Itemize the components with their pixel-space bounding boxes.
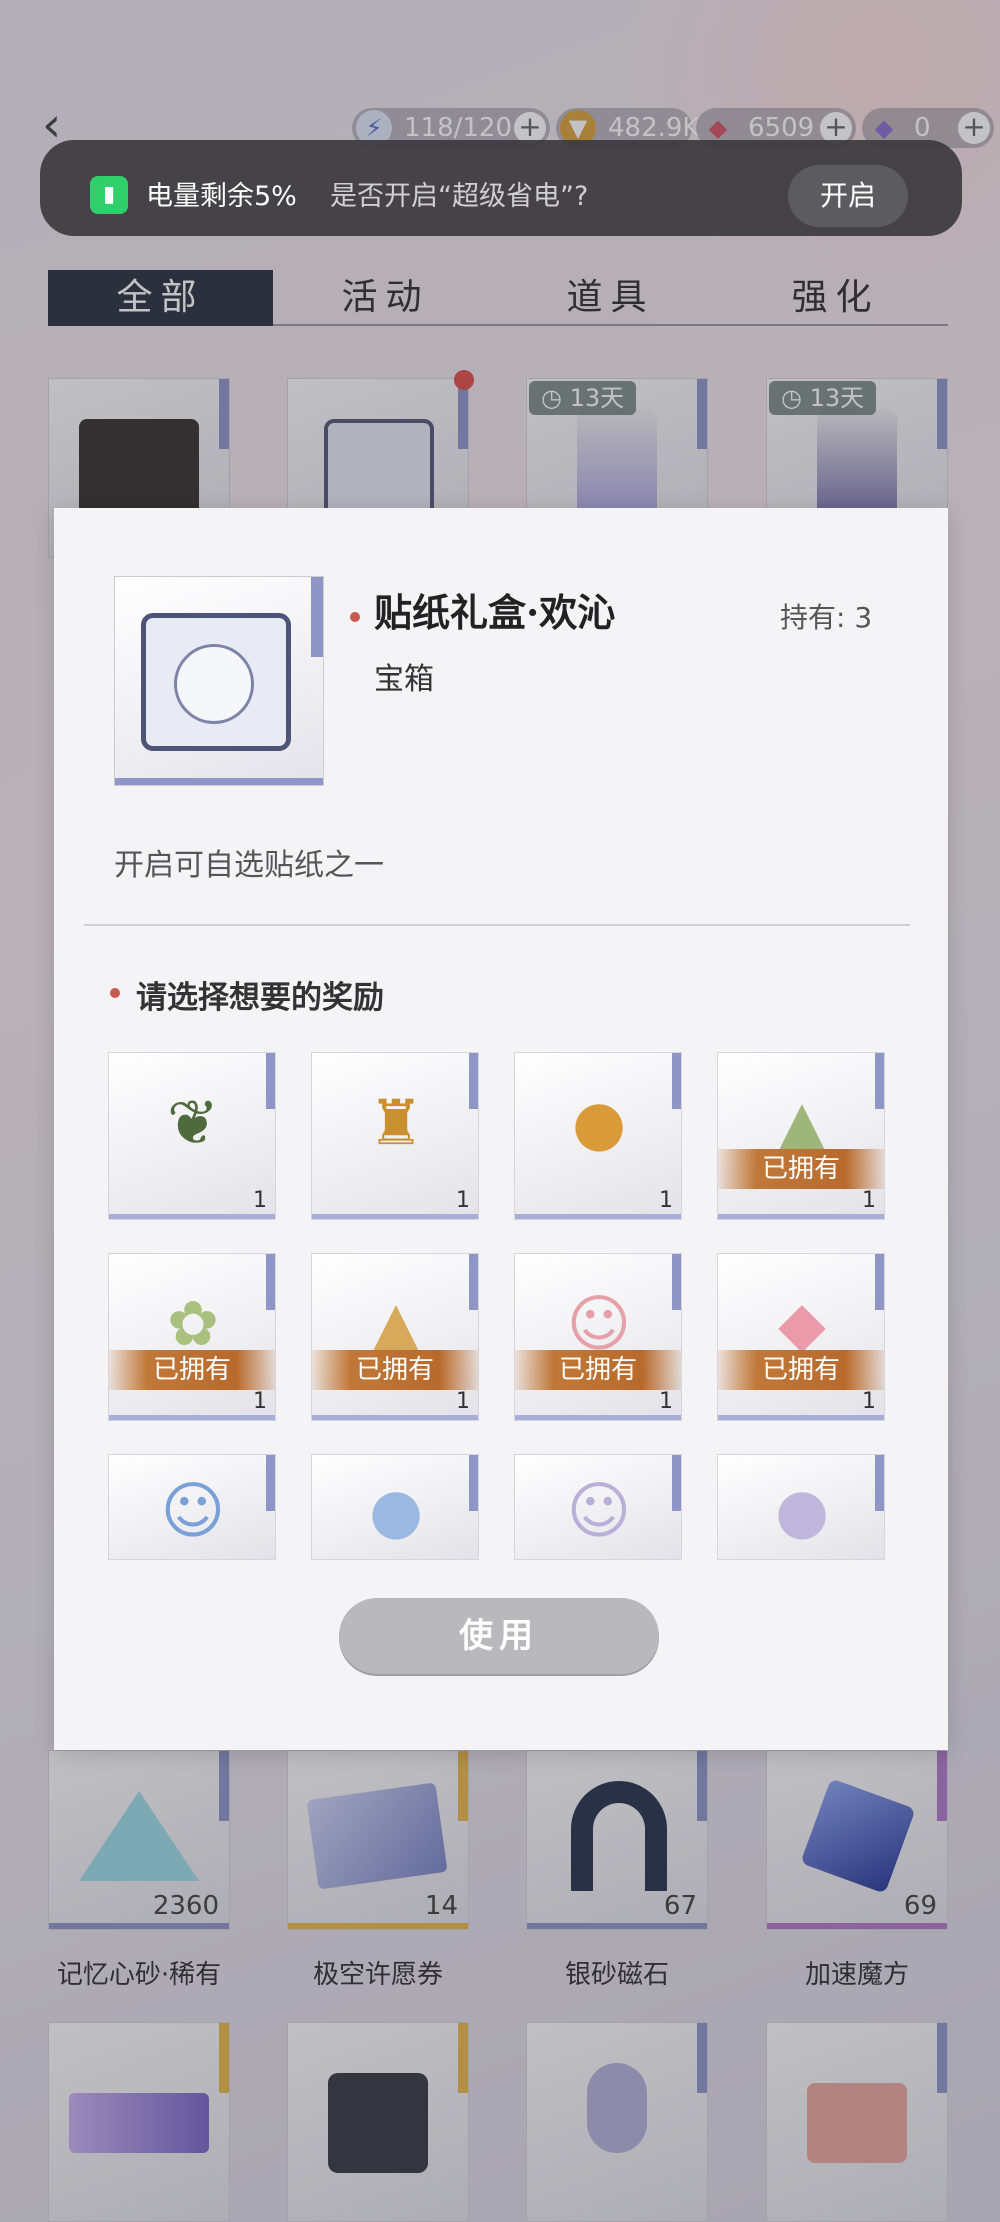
rarity-bar (515, 1214, 681, 1219)
pine-branch-icon: ❦ (167, 1086, 219, 1159)
reward-option[interactable]: ● 1 (514, 1052, 682, 1220)
rarity-bar (109, 1415, 275, 1420)
reward-count: 1 (253, 1188, 267, 1213)
reward-count: 1 (253, 1389, 267, 1414)
reward-count: 1 (862, 1188, 876, 1213)
owned-label: 已拥有 (718, 1350, 884, 1390)
rarity-stripe (672, 1455, 681, 1511)
reward-option[interactable]: ☺ 已拥有 1 (514, 1253, 682, 1421)
rarity-stripe (469, 1254, 478, 1310)
rarity-stripe (875, 1053, 884, 1109)
battery-saver-banner: ▮ 电量剩余5% 是否开启“超级省电”? 开启 (40, 140, 962, 236)
battery-saver-question: 是否开启“超级省电”? (330, 181, 589, 212)
item-type: 宝箱 (374, 662, 434, 697)
lantern-icon: ♜ (368, 1086, 424, 1159)
owned-label: 已拥有 (312, 1350, 478, 1390)
enable-saver-button[interactable]: 开启 (788, 165, 908, 227)
chibi-bunny-hood-icon: ☺ (566, 1474, 632, 1547)
rarity-bar (718, 1415, 884, 1420)
rarity-stripe (672, 1053, 681, 1109)
reward-section-heading: 请选择想要的奖励 (136, 980, 384, 1016)
reward-count: 1 (862, 1389, 876, 1414)
rarity-bar (115, 778, 323, 785)
reward-option[interactable]: ☺ (108, 1454, 276, 1560)
divider (84, 924, 910, 926)
rarity-stripe (875, 1254, 884, 1310)
rarity-bar (312, 1214, 478, 1219)
rarity-stripe (266, 1455, 275, 1511)
reward-option[interactable]: ▲ 已拥有 1 (311, 1253, 479, 1421)
battery-level-text: 电量剩余5% (146, 181, 297, 212)
rarity-stripe (266, 1254, 275, 1310)
reward-option[interactable]: ● (717, 1454, 885, 1560)
reward-count: 1 (456, 1389, 470, 1414)
item-detail-modal: 贴纸礼盒·欢沁 宝箱 持有: 3 开启可自选贴纸之一 请选择想要的奖励 ❦ 1 … (54, 508, 948, 1750)
reward-count: 1 (659, 1188, 673, 1213)
rarity-bar (718, 1214, 884, 1219)
bullet-dot (350, 612, 360, 622)
reward-count: 1 (456, 1188, 470, 1213)
rarity-stripe (469, 1455, 478, 1511)
rarity-bar (109, 1214, 275, 1219)
reward-option[interactable]: ✿ 已拥有 1 (108, 1253, 276, 1421)
owned-count: 持有: 3 (780, 601, 873, 634)
reward-option[interactable]: ♜ 1 (311, 1052, 479, 1220)
reward-option[interactable]: ▲ 已拥有 1 (717, 1052, 885, 1220)
owned-label: 已拥有 (109, 1350, 275, 1390)
reward-option[interactable]: ● (311, 1454, 479, 1560)
chibi-seal-hood-icon: ☺ (160, 1474, 226, 1547)
reward-option[interactable]: ◆ 已拥有 1 (717, 1253, 885, 1421)
reward-option[interactable]: ❦ 1 (108, 1052, 276, 1220)
rarity-stripe (266, 1053, 275, 1109)
item-thumbnail (114, 576, 324, 786)
item-title: 贴纸礼盒·欢沁 (374, 590, 616, 635)
bullet-dot (110, 988, 120, 998)
bunny-icon: ● (774, 1474, 830, 1547)
owned-label: 已拥有 (718, 1149, 884, 1189)
rarity-stripe (672, 1254, 681, 1310)
rarity-stripe (469, 1053, 478, 1109)
mooncake-icon: ● (571, 1086, 627, 1159)
use-button[interactable]: 使用 (339, 1598, 659, 1674)
battery-icon: ▮ (90, 176, 128, 214)
reward-count: 1 (659, 1389, 673, 1414)
rarity-stripe (875, 1455, 884, 1511)
seal-icon: ● (368, 1474, 424, 1547)
rarity-stripe (311, 577, 323, 657)
rarity-bar (515, 1415, 681, 1420)
rarity-bar (312, 1415, 478, 1420)
item-description: 开启可自选贴纸之一 (114, 848, 384, 883)
sticker-gift-box-icon (141, 613, 291, 751)
reward-option[interactable]: ☺ (514, 1454, 682, 1560)
owned-label: 已拥有 (515, 1350, 681, 1390)
